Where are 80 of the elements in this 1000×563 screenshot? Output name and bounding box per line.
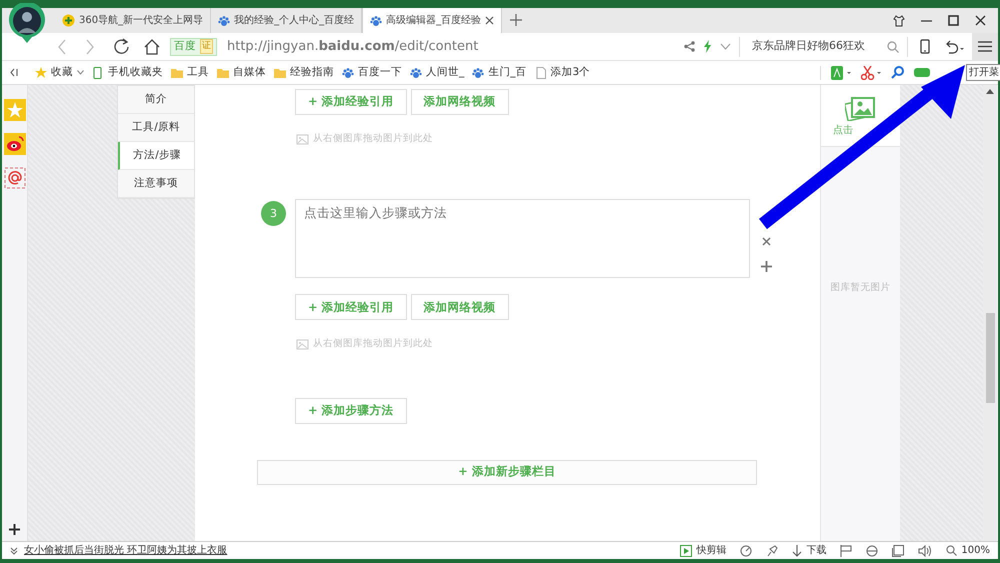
scroll-up-icon[interactable]: [986, 89, 994, 94]
clip-button[interactable]: 快剪辑: [680, 543, 726, 558]
share-icon[interactable]: [684, 41, 695, 52]
maximize-icon[interactable]: [948, 15, 959, 26]
tooltip: 打开菜: [966, 64, 1000, 81]
bookmark-item[interactable]: 人间世_: [410, 64, 464, 80]
star-icon: [35, 66, 47, 78]
pin-icon[interactable]: [766, 544, 778, 556]
bookmark-item[interactable]: 百度一下: [342, 64, 402, 80]
drop-hint: 从右侧图库拖动图片到此处: [313, 337, 433, 352]
paw-icon: [410, 66, 422, 78]
at-sign-icon[interactable]: [4, 167, 26, 189]
refresh-icon[interactable]: [113, 38, 130, 55]
step-input[interactable]: 点击这里输入步骤或方法: [295, 199, 750, 278]
add-icon[interactable]: [9, 524, 20, 535]
close-icon[interactable]: [762, 237, 771, 246]
paw-icon: [472, 66, 484, 78]
bookmark-item[interactable]: 收藏: [35, 64, 84, 80]
section-nav-item[interactable]: 简介: [118, 86, 194, 114]
site-badge: 百度 证: [170, 38, 217, 56]
window-icon[interactable]: [892, 544, 904, 556]
image-icon: [844, 97, 876, 121]
skin-icon[interactable]: [893, 14, 905, 26]
bookmark-item[interactable]: 工具: [171, 64, 209, 80]
bookmark-item[interactable]: 手机收藏夹: [92, 64, 163, 80]
browser-tab[interactable]: 360导航_新一代安全上网导: [55, 8, 212, 33]
image-icon: [295, 134, 309, 145]
gamepad-icon[interactable]: [914, 67, 930, 78]
globe-plus-icon: [62, 14, 75, 27]
home-icon[interactable]: [144, 38, 160, 54]
empty-gallery-text: 图库暂无图片: [830, 281, 890, 295]
step-number: 3: [261, 201, 286, 226]
url-text[interactable]: http://jingyan.baidu.com/edit/content: [227, 36, 478, 56]
browser-icon[interactable]: [866, 544, 878, 556]
lightning-icon[interactable]: [703, 40, 712, 53]
collapse-icon[interactable]: [10, 68, 19, 77]
flag-icon[interactable]: [840, 544, 852, 556]
avatar-icon[interactable]: [8, 3, 46, 45]
chevron-down-icon: [77, 70, 84, 75]
page-icon: [534, 66, 546, 78]
paw-icon: [218, 14, 230, 26]
bookmark-item[interactable]: 经验指南: [274, 64, 334, 80]
scrollbar-thumb[interactable]: [986, 313, 995, 403]
paw-icon: [342, 66, 354, 78]
paw-icon: [370, 14, 382, 26]
menu-button[interactable]: [972, 33, 998, 60]
drop-hint: 从右侧图库拖动图片到此处: [313, 132, 433, 146]
zoom-button[interactable]: 100%: [946, 543, 990, 558]
play-icon: [680, 544, 692, 556]
section-nav-item[interactable]: 方法/步骤: [118, 142, 194, 170]
folder-icon: [217, 66, 229, 78]
weibo-icon[interactable]: [4, 133, 26, 155]
bookmark-item[interactable]: 生门_百: [472, 64, 526, 80]
browser-tab[interactable]: 高级编辑器_百度经验: [362, 8, 502, 33]
news-link[interactable]: 女小偷被抓后当街脱光 环卫阿姨为其披上衣服: [24, 543, 228, 558]
undo-icon[interactable]: [944, 40, 964, 54]
bookmark-item[interactable]: 自媒体: [217, 64, 266, 80]
folder-icon: [171, 66, 183, 78]
phone-icon[interactable]: [920, 39, 930, 54]
section-nav-item[interactable]: 注意事项: [118, 170, 194, 198]
search-icon[interactable]: [887, 40, 899, 52]
search-icon: [946, 545, 958, 556]
speaker-icon[interactable]: [918, 544, 932, 556]
download-button[interactable]: 下载: [792, 543, 826, 558]
speed-icon[interactable]: [740, 544, 752, 556]
download-icon: [792, 544, 802, 556]
search-field[interactable]: 京东品牌日好物66狂欢: [739, 36, 908, 56]
phone-icon: [92, 66, 104, 78]
image-icon: [295, 338, 309, 350]
menu-icon: [978, 41, 992, 52]
chevron-down-icon[interactable]: [10, 546, 18, 554]
close-icon[interactable]: [485, 16, 494, 25]
translate-icon[interactable]: [831, 66, 851, 80]
close-icon[interactable]: [975, 15, 986, 26]
folder-icon: [274, 66, 286, 78]
scissors-icon[interactable]: [861, 66, 881, 80]
chevron-down-icon[interactable]: [720, 43, 731, 50]
new-tab-icon[interactable]: [510, 14, 522, 26]
search-icon[interactable]: [891, 66, 904, 79]
bookmark-item[interactable]: 添加3个: [534, 64, 590, 80]
